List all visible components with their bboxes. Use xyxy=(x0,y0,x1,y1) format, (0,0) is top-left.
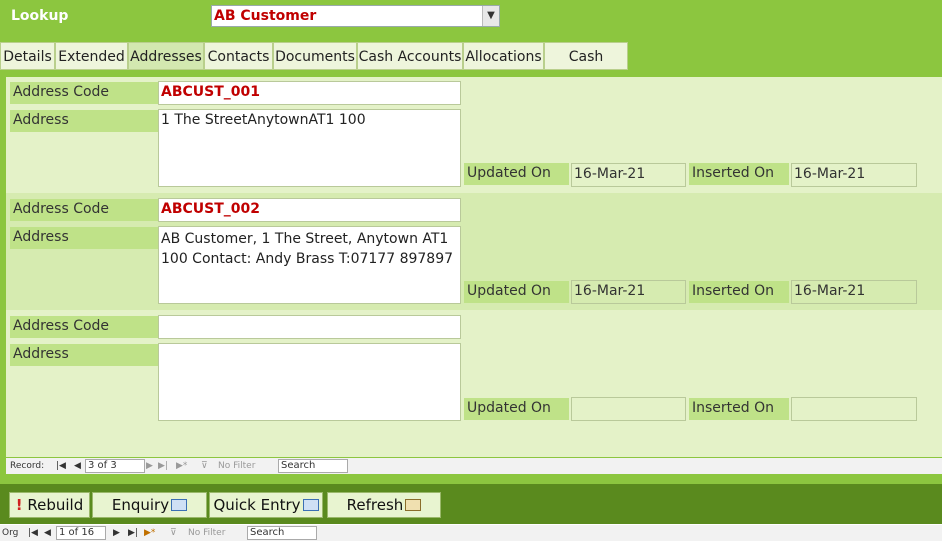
updated-on-label: Updated On xyxy=(464,281,569,303)
inserted-on-field[interactable]: 16-Mar-21 xyxy=(791,280,917,304)
refresh-icon xyxy=(405,498,422,511)
updated-on-label: Updated On xyxy=(464,163,569,185)
address-field[interactable] xyxy=(158,343,461,421)
new-record-icon[interactable]: ▶* xyxy=(144,525,155,541)
tab-extended[interactable]: Extended xyxy=(55,42,128,70)
record-nav-label: Record: xyxy=(10,461,45,471)
address-code-label: Address Code xyxy=(10,82,159,104)
updated-on-label: Updated On xyxy=(464,398,569,420)
first-record-icon[interactable]: |◀ xyxy=(28,525,38,541)
updated-on-field[interactable]: 16-Mar-21 xyxy=(571,280,686,304)
tab-details[interactable]: Details xyxy=(0,42,55,70)
tab-cash-accounts[interactable]: Cash Accounts xyxy=(357,42,463,70)
last-record-icon[interactable]: ▶| xyxy=(158,458,168,474)
address-code-label: Address Code xyxy=(10,199,159,221)
address-record: Address Code ABCUST_002 Address AB Custo… xyxy=(6,193,942,310)
address-record: Address Code ABCUST_001 Address 1 The St… xyxy=(6,77,942,193)
no-filter-label[interactable]: No Filter xyxy=(188,525,225,541)
inserted-on-label: Inserted On xyxy=(689,281,789,303)
filter-icon[interactable]: ⊽ xyxy=(170,525,177,541)
address-field[interactable]: 1 The StreetAnytownAT1 100 xyxy=(158,109,461,187)
first-record-icon[interactable]: |◀ xyxy=(56,458,66,474)
chevron-down-icon[interactable]: ▼ xyxy=(482,6,499,26)
lookup-value[interactable]: AB Customer xyxy=(214,8,316,24)
lookup-label: Lookup xyxy=(11,8,69,24)
search-input[interactable]: Search xyxy=(278,459,348,473)
address-code-field[interactable]: ABCUST_002 xyxy=(158,198,461,222)
filter-icon[interactable]: ⊽ xyxy=(201,458,208,474)
address-code-field[interactable] xyxy=(158,315,461,339)
exclamation-icon: ! xyxy=(15,496,23,514)
quick-entry-button-label: Quick Entry xyxy=(213,496,301,514)
record-position-field[interactable]: 1 of 16 xyxy=(56,526,106,540)
next-record-icon[interactable]: ▶ xyxy=(113,525,120,541)
main-nav-label: Org xyxy=(2,528,19,538)
refresh-button[interactable]: Refresh xyxy=(327,492,441,518)
form-icon xyxy=(302,498,319,511)
address-code-field[interactable]: ABCUST_001 xyxy=(158,81,461,105)
main-record-navigator: Org |◀ ◀ 1 of 16 ▶ ▶| ▶* ⊽ No Filter Sea… xyxy=(0,525,942,541)
address-label: Address xyxy=(10,344,159,366)
address-label: Address xyxy=(10,110,159,132)
address-field[interactable]: AB Customer, 1 The Street, Anytown AT1 1… xyxy=(158,226,461,304)
address-record-new: Address Code Address Updated On Inserted… xyxy=(6,310,942,426)
inserted-on-field[interactable] xyxy=(791,397,917,421)
previous-record-icon[interactable]: ◀ xyxy=(74,458,81,474)
last-record-icon[interactable]: ▶| xyxy=(128,525,138,541)
tab-cash-codes[interactable]: Cash Codes xyxy=(544,42,628,93)
updated-on-field[interactable] xyxy=(571,397,686,421)
tab-allocations[interactable]: Allocations xyxy=(463,42,544,70)
search-input[interactable]: Search xyxy=(247,526,317,540)
refresh-button-label: Refresh xyxy=(346,496,404,514)
inserted-on-label: Inserted On xyxy=(689,163,789,185)
record-position-field[interactable]: 3 of 3 xyxy=(85,459,145,473)
address-code-label: Address Code xyxy=(10,316,159,338)
previous-record-icon[interactable]: ◀ xyxy=(44,525,51,541)
form-icon xyxy=(171,498,188,511)
tab-contacts[interactable]: Contacts xyxy=(204,42,273,70)
inserted-on-field[interactable]: 16-Mar-21 xyxy=(791,163,917,187)
next-record-icon[interactable]: ▶ xyxy=(146,458,153,474)
quick-entry-button[interactable]: Quick Entry xyxy=(209,492,323,518)
enquiry-button-label: Enquiry xyxy=(111,496,170,514)
tab-documents[interactable]: Documents xyxy=(273,42,357,70)
address-label: Address xyxy=(10,227,159,249)
no-filter-label[interactable]: No Filter xyxy=(218,458,255,474)
inserted-on-label: Inserted On xyxy=(689,398,789,420)
subform-record-navigator: Record: |◀ ◀ 3 of 3 ▶ ▶| ▶* ⊽ No Filter … xyxy=(6,458,942,474)
rebuild-button-label: Rebuild xyxy=(27,496,84,514)
rebuild-button[interactable]: ! Rebuild xyxy=(9,492,90,518)
enquiry-button[interactable]: Enquiry xyxy=(92,492,207,518)
updated-on-field[interactable]: 16-Mar-21 xyxy=(571,163,686,187)
tab-addresses[interactable]: Addresses xyxy=(128,42,204,70)
new-record-icon[interactable]: ▶* xyxy=(176,458,187,474)
